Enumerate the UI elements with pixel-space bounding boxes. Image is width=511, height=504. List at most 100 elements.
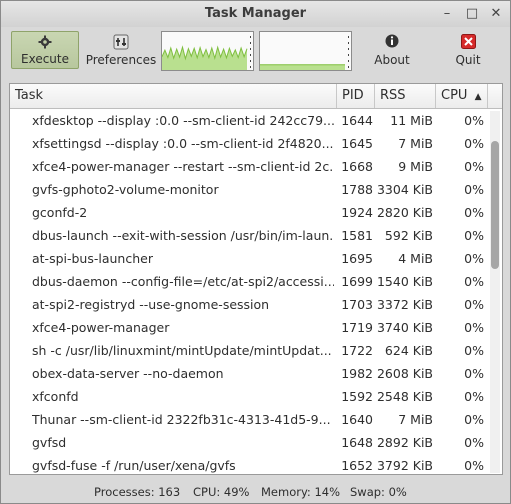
table-row[interactable]: gvfsd 1648 2892 KiB 0%: [10, 431, 488, 454]
table-row[interactable]: xfce4-power-manager 1719 3740 KiB 0%: [10, 316, 488, 339]
process-pid: 1695: [341, 251, 373, 266]
table-row[interactable]: at-spi2-registryd --use-gnome-session 170…: [10, 293, 488, 316]
graph-area: [260, 64, 345, 70]
process-task: xfce4-power-manager --restart --sm-clien…: [32, 159, 334, 174]
process-rss: 11 MiB: [390, 113, 433, 128]
process-task: Thunar --sm-client-id 2322fb31c-4313-41d…: [32, 412, 331, 427]
status-bar: Processes: 163 CPU: 49% Memory: 14% Swap…: [1, 481, 510, 503]
process-cpu: 0%: [464, 343, 484, 358]
process-pid: 1648: [341, 435, 373, 450]
process-rss: 9 MiB: [398, 159, 433, 174]
graph-grid-tick: [348, 66, 349, 68]
process-cpu: 0%: [464, 458, 484, 473]
memory-usage-graph: [259, 31, 352, 71]
process-cpu: 0%: [464, 320, 484, 335]
table-row[interactable]: at-spi-bus-launcher 1695 4 MiB 0%: [10, 247, 488, 270]
table-row[interactable]: gconfd-2 1924 2820 KiB 0%: [10, 201, 488, 224]
process-rss: 7 MiB: [398, 412, 433, 427]
column-task[interactable]: Task: [10, 84, 337, 108]
table-row[interactable]: gvfs-gphoto2-volume-monitor 1788 3304 KiB 0…: [10, 178, 488, 201]
process-rss: 3304 KiB: [376, 182, 433, 197]
process-rss: 592 KiB: [384, 228, 433, 243]
about-label: About: [374, 53, 410, 67]
column-cpu-label: CPU: [441, 88, 468, 103]
graph-grid-tick: [250, 42, 251, 44]
process-cpu: 0%: [464, 435, 484, 450]
memory-usage-graph-plot: [260, 36, 349, 70]
process-rss: 2608 KiB: [376, 366, 433, 381]
status-swap: Swap: 0%: [350, 485, 407, 499]
status-memory: Memory: 14%: [261, 485, 341, 499]
table-row[interactable]: dbus-launch --exit-with-session /usr/bin…: [10, 224, 488, 247]
table-row[interactable]: xfdesktop --display :0.0 --sm-client-id …: [10, 109, 488, 132]
process-task: dbus-launch --exit-with-session /usr/bin…: [32, 228, 334, 243]
table-row[interactable]: gvfsd-fuse -f /run/user/xena/gvfs 1652 379…: [10, 454, 488, 474]
vertical-scrollbar[interactable]: [490, 111, 500, 473]
process-cpu: 0%: [464, 389, 484, 404]
about-button[interactable]: About: [367, 31, 417, 69]
toolbar: Execute Preferences About Quit: [1, 27, 510, 75]
preferences-button[interactable]: Preferences: [85, 31, 157, 69]
maximize-button[interactable]: □: [464, 6, 480, 22]
process-task: gconfd-2: [32, 205, 88, 220]
scrollbar-thumb[interactable]: [491, 141, 499, 269]
graph-grid-tick: [250, 54, 251, 56]
process-rss: 2548 KiB: [376, 389, 433, 404]
process-cpu: 0%: [464, 182, 484, 197]
info-icon: [367, 34, 417, 50]
process-task: gvfsd: [32, 435, 67, 450]
graph-grid-tick: [348, 60, 349, 62]
process-task: obex-data-server --no-daemon: [32, 366, 224, 381]
process-rss: 4 MiB: [398, 251, 433, 266]
process-pid: 1581: [341, 228, 373, 243]
graph-grid-tick: [250, 60, 251, 62]
window-title: Task Manager: [204, 6, 307, 21]
graph-grid-tick: [348, 48, 349, 50]
process-cpu: 0%: [464, 113, 484, 128]
process-rss: 3792 KiB: [376, 458, 433, 473]
process-cpu: 0%: [464, 228, 484, 243]
title-bar[interactable]: Task Manager – □ ✕: [1, 1, 510, 27]
process-task: xfce4-power-manager: [32, 320, 170, 335]
minimize-button[interactable]: –: [439, 6, 455, 22]
process-list-header: Task PID RSS CPU ▲: [10, 84, 502, 109]
process-pid: 1644: [341, 113, 373, 128]
process-pid: 1699: [341, 274, 373, 289]
process-list[interactable]: Task PID RSS CPU ▲ xfdesktop --display :…: [9, 83, 503, 475]
process-cpu: 0%: [464, 366, 484, 381]
table-row[interactable]: xfsettingsd --display :0.0 --sm-client-i…: [10, 132, 488, 155]
column-pid[interactable]: PID: [337, 84, 375, 108]
process-pid: 1645: [341, 136, 373, 151]
process-pid: 1719: [341, 320, 373, 335]
table-row[interactable]: Thunar --sm-client-id 2322fb31c-4313-41d…: [10, 408, 488, 431]
table-row[interactable]: dbus-daemon --config-file=/etc/at-spi2/a…: [10, 270, 488, 293]
process-task: dbus-daemon --config-file=/etc/at-spi2/a…: [32, 274, 334, 289]
process-cpu: 0%: [464, 136, 484, 151]
process-pid: 1788: [341, 182, 373, 197]
status-processes: Processes: 163: [94, 485, 181, 499]
quit-icon: [447, 34, 489, 50]
table-row[interactable]: obex-data-server --no-daemon 1982 2608 KiB…: [10, 362, 488, 385]
process-cpu: 0%: [464, 159, 484, 174]
process-cpu: 0%: [464, 274, 484, 289]
execute-label: Execute: [21, 52, 69, 66]
table-row[interactable]: xfconfd 1592 2548 KiB 0%: [10, 385, 488, 408]
column-rss[interactable]: RSS: [375, 84, 436, 108]
process-task: sh -c /usr/lib/linuxmint/mintUpdate/mint…: [32, 343, 332, 358]
cpu-usage-graph: [161, 31, 254, 71]
table-row[interactable]: xfce4-power-manager --restart --sm-clien…: [10, 155, 488, 178]
execute-button[interactable]: Execute: [11, 31, 79, 69]
quit-button[interactable]: Quit: [447, 31, 489, 69]
table-row[interactable]: sh -c /usr/lib/linuxmint/mintUpdate/mint…: [10, 339, 488, 362]
close-button[interactable]: ✕: [488, 6, 504, 22]
process-pid: 1703: [341, 297, 373, 312]
process-task: xfsettingsd --display :0.0 --sm-client-i…: [32, 136, 334, 151]
process-pid: 1592: [341, 389, 373, 404]
column-cpu[interactable]: CPU ▲: [436, 84, 488, 108]
process-task: at-spi2-registryd --use-gnome-session: [32, 297, 270, 312]
process-cpu: 0%: [464, 251, 484, 266]
graph-grid-tick: [348, 36, 349, 38]
graph-grid-tick: [250, 48, 251, 50]
status-cpu: CPU: 49%: [193, 485, 250, 499]
process-rss: 3372 KiB: [376, 297, 433, 312]
